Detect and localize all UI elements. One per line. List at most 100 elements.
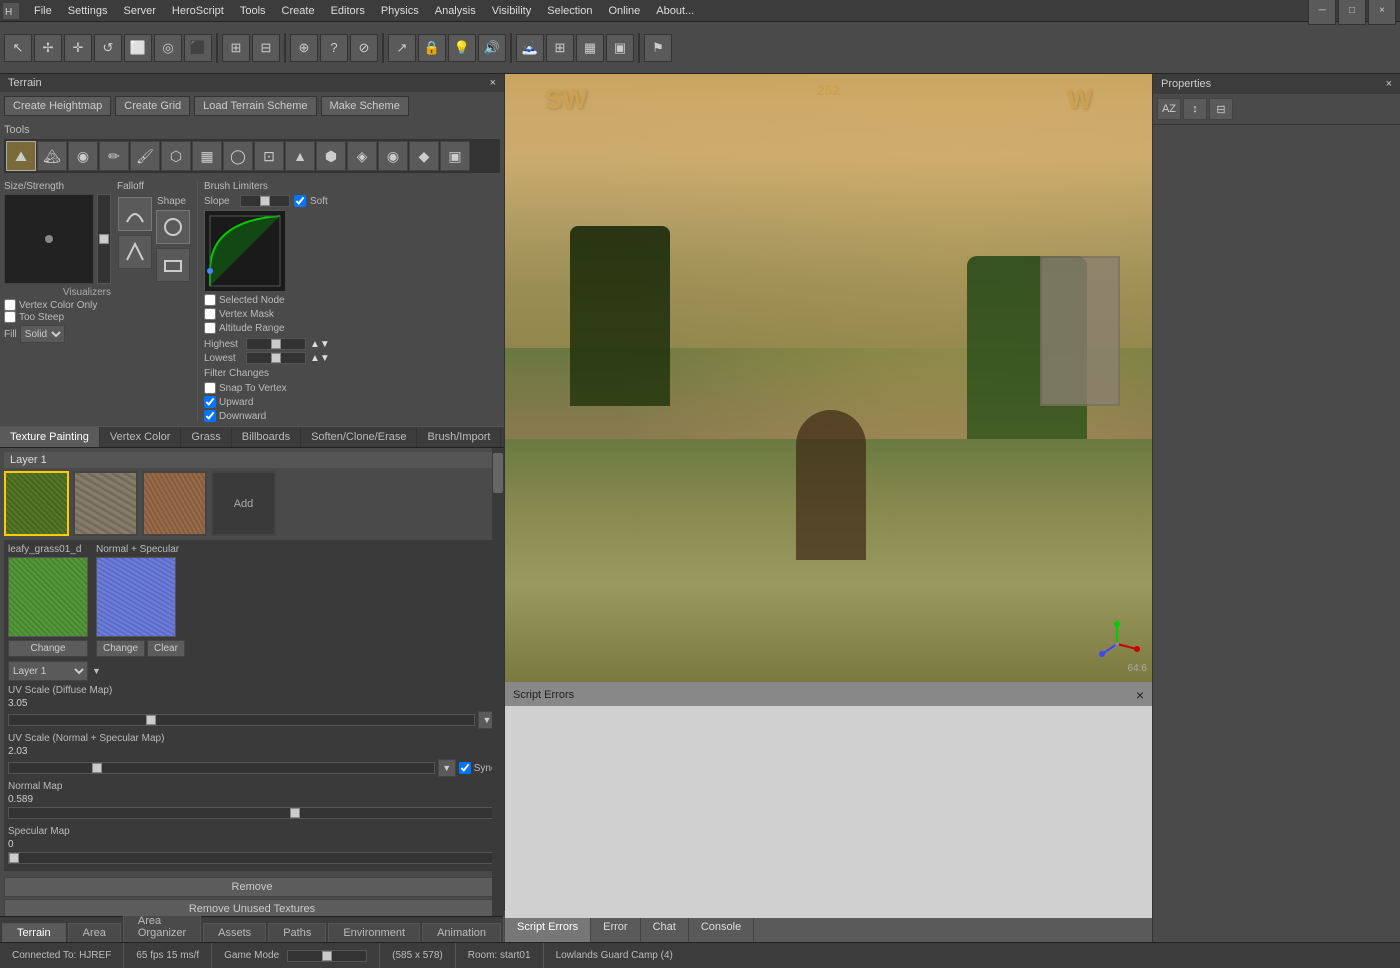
tool-flatten[interactable]: ✏ bbox=[99, 141, 129, 171]
falloff-btn-2[interactable] bbox=[118, 235, 152, 269]
properties-close[interactable]: × bbox=[1386, 78, 1392, 90]
brush-preview[interactable] bbox=[4, 194, 94, 284]
menu-server[interactable]: Server bbox=[115, 3, 163, 19]
tool-paint[interactable]: 🖌 bbox=[130, 141, 160, 171]
props-sort-type[interactable]: ↕ bbox=[1183, 98, 1207, 120]
tool-erode[interactable]: ◯ bbox=[223, 141, 253, 171]
menu-editors[interactable]: Editors bbox=[323, 3, 373, 19]
tab-grass[interactable]: Grass bbox=[181, 427, 231, 447]
lowest-range[interactable] bbox=[246, 352, 306, 364]
tab-vertex-color[interactable]: Vertex Color bbox=[100, 427, 182, 447]
script-errors-close[interactable]: × bbox=[1136, 687, 1144, 703]
tool-path[interactable]: ▲ bbox=[285, 141, 315, 171]
tab-soften[interactable]: Soften/Clone/Erase bbox=[301, 427, 417, 447]
viewport-canvas[interactable]: SW 252 W bbox=[505, 74, 1152, 682]
se-tab-console[interactable]: Console bbox=[689, 918, 754, 942]
shape-btn-2[interactable] bbox=[156, 248, 190, 282]
snap-to-vertex-check[interactable] bbox=[204, 382, 216, 394]
layer-1-tex-2[interactable] bbox=[73, 471, 138, 536]
soft-check[interactable] bbox=[294, 195, 306, 207]
terrain-icon-tool[interactable]: 🗻 bbox=[516, 34, 544, 62]
layer-1-tex-3[interactable] bbox=[142, 471, 207, 536]
tab-billboards[interactable]: Billboards bbox=[232, 427, 301, 447]
tab-brush-import[interactable]: Brush/Import bbox=[417, 427, 501, 447]
slope-range[interactable] bbox=[240, 195, 290, 207]
camera-tool[interactable]: ◎ bbox=[154, 34, 182, 62]
menu-analysis[interactable]: Analysis bbox=[427, 3, 484, 19]
light-tool[interactable]: 💡 bbox=[448, 34, 476, 62]
create-grid-btn[interactable]: Create Grid bbox=[115, 96, 190, 116]
falloff-btn-1[interactable] bbox=[118, 197, 152, 231]
menu-create[interactable]: Create bbox=[274, 3, 323, 19]
tool-lower[interactable]: 🏔 bbox=[37, 141, 67, 171]
tool-set[interactable]: ⬡ bbox=[161, 141, 191, 171]
specular-map-range[interactable] bbox=[8, 852, 496, 864]
menu-settings[interactable]: Settings bbox=[60, 3, 116, 19]
fill-select[interactable]: Solid bbox=[20, 325, 65, 343]
tool-smooth[interactable]: ◉ bbox=[68, 141, 98, 171]
globe-tool[interactable]: ⊕ bbox=[290, 34, 318, 62]
clear-btn[interactable]: Clear bbox=[147, 640, 185, 657]
menu-file[interactable]: File bbox=[26, 3, 60, 19]
tool-stamp[interactable]: ⊡ bbox=[254, 141, 284, 171]
bottom-tab-terrain[interactable]: Terrain bbox=[2, 923, 66, 942]
terrain-close-icon[interactable]: × bbox=[490, 77, 496, 89]
tool-select-area[interactable]: ◉ bbox=[378, 141, 408, 171]
bottom-tab-animation[interactable]: Animation bbox=[422, 923, 501, 942]
vertex-mask-check[interactable] bbox=[204, 308, 216, 320]
make-scheme-btn[interactable]: Make Scheme bbox=[321, 96, 409, 116]
bottom-tab-paths[interactable]: Paths bbox=[268, 923, 326, 942]
selected-node-check[interactable] bbox=[204, 294, 216, 306]
uv-diffuse-range[interactable] bbox=[8, 714, 475, 726]
flag-tool[interactable]: ⚑ bbox=[644, 34, 672, 62]
altitude-range-check[interactable] bbox=[204, 322, 216, 334]
vertex-color-only-check[interactable] bbox=[4, 299, 16, 311]
menu-about[interactable]: About... bbox=[648, 3, 702, 19]
tool-road[interactable]: ⬢ bbox=[316, 141, 346, 171]
tab-texture-painting[interactable]: Texture Painting bbox=[0, 427, 100, 447]
minimize-btn[interactable]: ─ bbox=[1308, 0, 1336, 25]
change-normal-btn[interactable]: Change bbox=[96, 640, 145, 657]
tool-noise[interactable]: ▦ bbox=[192, 141, 222, 171]
highest-range[interactable] bbox=[246, 338, 306, 350]
texture-scrollbar[interactable] bbox=[492, 448, 504, 916]
shape-btn-1[interactable] bbox=[156, 210, 190, 244]
tool-fill[interactable]: ◆ bbox=[409, 141, 439, 171]
grid5-tool[interactable]: ▣ bbox=[606, 34, 634, 62]
help-tool[interactable]: ? bbox=[320, 34, 348, 62]
help2-tool[interactable]: ⊘ bbox=[350, 34, 378, 62]
scale-tool[interactable]: ⬜ bbox=[124, 34, 152, 62]
change-diffuse-btn[interactable]: Change bbox=[8, 640, 88, 657]
sync-check[interactable] bbox=[459, 762, 471, 774]
props-collapse[interactable]: ⊟ bbox=[1209, 98, 1233, 120]
uv-normal-dropdown[interactable]: ▼ bbox=[438, 759, 456, 777]
upward-check[interactable] bbox=[204, 396, 216, 408]
game-mode-slider[interactable] bbox=[287, 950, 367, 962]
rotate-tool[interactable]: ↺ bbox=[94, 34, 122, 62]
menu-visibility[interactable]: Visibility bbox=[484, 3, 540, 19]
se-tab-script-errors[interactable]: Script Errors bbox=[505, 918, 591, 942]
tool-cut[interactable]: ◈ bbox=[347, 141, 377, 171]
lock-tool[interactable]: 🔒 bbox=[418, 34, 446, 62]
grid4-tool[interactable]: ▦ bbox=[576, 34, 604, 62]
bottom-tab-assets[interactable]: Assets bbox=[203, 923, 266, 942]
grid3-tool[interactable]: ⊞ bbox=[546, 34, 574, 62]
menu-tools[interactable]: Tools bbox=[232, 3, 274, 19]
se-tab-error[interactable]: Error bbox=[591, 918, 640, 942]
cursor-tool[interactable]: ↗ bbox=[388, 34, 416, 62]
grid-tool[interactable]: ⊞ bbox=[222, 34, 250, 62]
maximize-btn[interactable]: □ bbox=[1338, 0, 1366, 25]
close-btn[interactable]: × bbox=[1368, 0, 1396, 25]
layer-select-dropdown[interactable]: Layer 1 Layer 2 Layer 3 Layer 4 bbox=[8, 661, 88, 681]
bottom-tab-area[interactable]: Area bbox=[68, 923, 121, 942]
tool-raise[interactable]: ⛰ bbox=[6, 141, 36, 171]
curve-preview[interactable] bbox=[204, 210, 284, 290]
props-sort-name[interactable]: AZ bbox=[1157, 98, 1181, 120]
layer-1-tex-1[interactable] bbox=[4, 471, 69, 536]
audio-tool[interactable]: 🔊 bbox=[478, 34, 506, 62]
brush-strength-slider[interactable] bbox=[97, 194, 111, 284]
select-tool[interactable]: ✢ bbox=[34, 34, 62, 62]
load-terrain-scheme-btn[interactable]: Load Terrain Scheme bbox=[194, 96, 316, 116]
menu-physics[interactable]: Physics bbox=[373, 3, 427, 19]
downward-check[interactable] bbox=[204, 410, 216, 422]
